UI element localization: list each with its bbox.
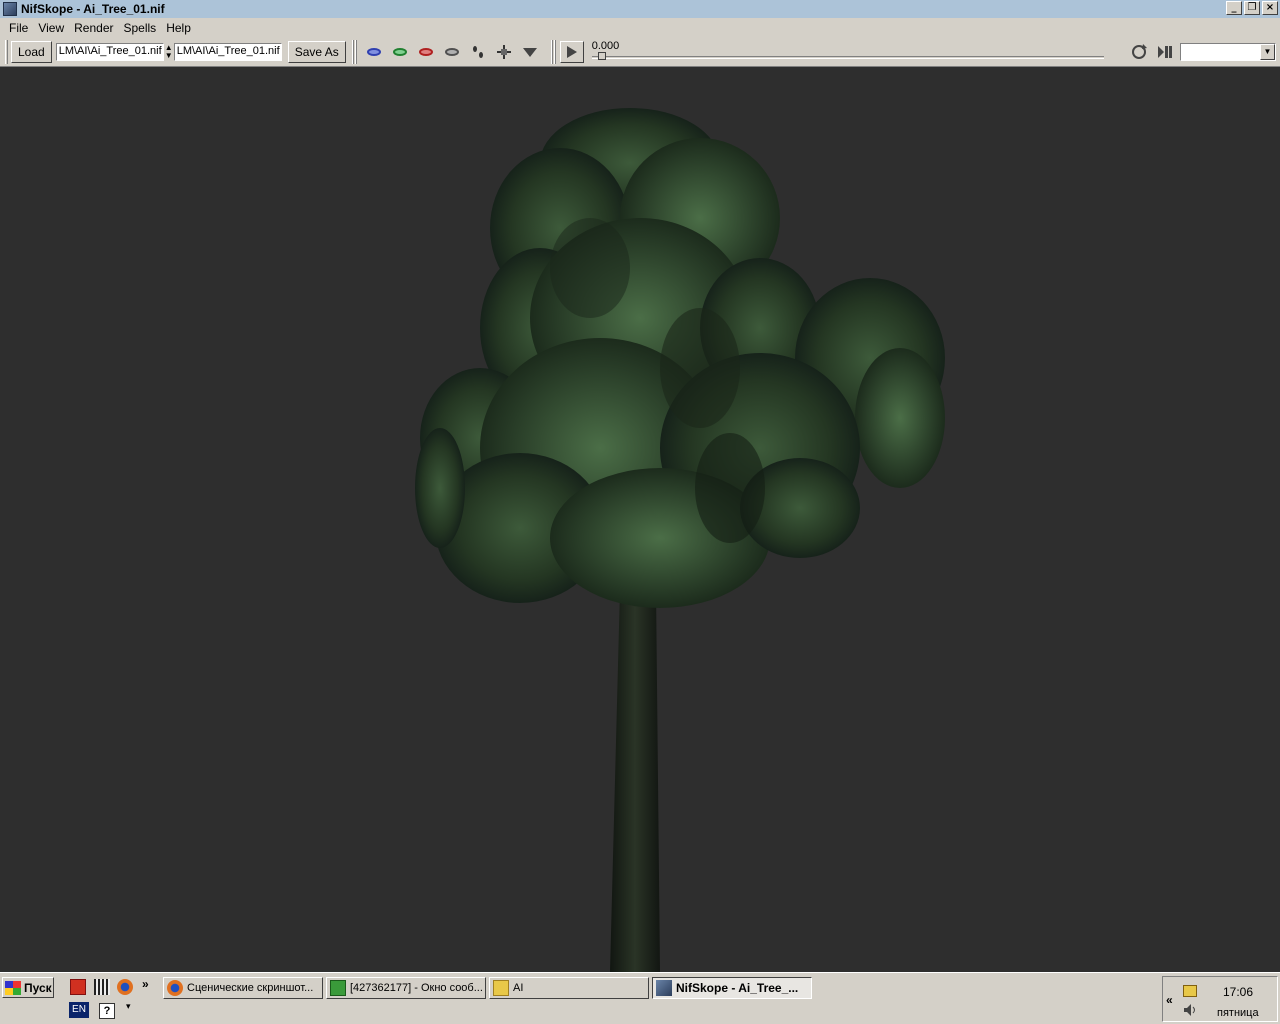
time-slider-track[interactable]	[591, 55, 1104, 59]
firefox-icon	[167, 980, 183, 996]
system-tray: « 17:06 пятница	[1162, 976, 1278, 1022]
clock[interactable]: 17:06	[1223, 985, 1253, 999]
title-bar: NifSkope - Ai_Tree_01.nif _ ❐ ×	[0, 0, 1280, 18]
toolbar-grip[interactable]	[5, 39, 8, 64]
play-button[interactable]	[559, 40, 584, 63]
task-label: AI	[513, 982, 524, 994]
task-label: Сценические скриншот...	[187, 982, 314, 994]
task-button-messenger[interactable]: [427362177] - Окно сооб...	[326, 977, 486, 999]
menu-view[interactable]: View	[33, 21, 69, 35]
menu-help[interactable]: Help	[161, 21, 196, 35]
animation-select[interactable]: ▼	[1180, 42, 1276, 61]
view-green-eye-icon[interactable]	[388, 41, 412, 63]
menu-spells[interactable]: Spells	[119, 21, 162, 35]
quicklaunch-firefox-icon[interactable]	[117, 979, 133, 995]
messenger-icon	[330, 980, 346, 996]
menu-file[interactable]: File	[4, 21, 33, 35]
toolbar-grip[interactable]	[351, 39, 358, 64]
load-button[interactable]: Load	[11, 40, 52, 63]
save-path-input[interactable]: LM\AI\Ai_Tree_01.nif	[173, 42, 282, 61]
help-icon[interactable]: ?	[99, 1003, 115, 1019]
task-label: [427362177] - Окно сооб...	[350, 982, 483, 994]
axes-icon[interactable]	[492, 41, 516, 63]
close-button[interactable]: ×	[1262, 1, 1278, 15]
minimize-button[interactable]: _	[1226, 1, 1242, 15]
menu-bar: File View Render Spells Help	[0, 18, 1280, 37]
load-path-input[interactable]: LM\AI\Ai_Tree_01.nif	[55, 42, 164, 61]
language-indicator[interactable]: EN	[69, 1002, 89, 1018]
tray-keyboard-icon[interactable]	[1183, 985, 1197, 997]
nifskope-icon	[656, 980, 672, 996]
play-icon	[566, 45, 577, 58]
save-as-button[interactable]: Save As	[287, 40, 346, 63]
taskbar: Пуск » Сценические скриншот... [42736217…	[0, 972, 1280, 1024]
walk-mode-icon[interactable]	[466, 41, 490, 63]
toolbar-grip[interactable]	[550, 39, 557, 64]
windows-logo-icon	[5, 980, 21, 995]
tree-trunk	[610, 588, 660, 972]
task-button-firefox[interactable]: Сценические скриншот...	[163, 977, 323, 999]
volume-icon[interactable]	[1183, 1003, 1197, 1017]
task-label: NifSkope - Ai_Tree_...	[676, 981, 799, 995]
day-of-week: пятница	[1217, 1007, 1259, 1019]
language-menu-icon[interactable]: ▾	[126, 1001, 131, 1012]
window-title: NifSkope - Ai_Tree_01.nif	[21, 2, 165, 16]
view-down-icon[interactable]	[518, 41, 542, 63]
nifskope-icon	[3, 2, 17, 16]
time-value: 0.000	[591, 39, 620, 52]
quicklaunch-media-icon[interactable]	[94, 979, 110, 995]
render-viewport[interactable]	[0, 68, 1280, 972]
task-button-folder[interactable]: AI	[489, 977, 649, 999]
quicklaunch-more-icon[interactable]: »	[142, 977, 149, 991]
time-slider-thumb[interactable]	[597, 51, 606, 60]
swap-paths-icon[interactable]: ▲ ▼	[165, 43, 173, 60]
chevron-down-icon[interactable]: ▼	[1260, 43, 1275, 60]
tray-expand-icon[interactable]: «	[1166, 993, 1173, 1007]
view-gray-eye-icon[interactable]	[440, 41, 464, 63]
menu-render[interactable]: Render	[69, 21, 118, 35]
switch-animation-icon[interactable]	[1153, 41, 1177, 63]
toolbar: Load LM\AI\Ai_Tree_01.nif ▲ ▼ LM\AI\Ai_Tr…	[0, 37, 1280, 67]
maximize-button[interactable]: ❐	[1244, 1, 1260, 15]
view-blue-eye-icon[interactable]	[362, 41, 386, 63]
timeline[interactable]: 0.000	[591, 39, 1112, 65]
view-red-eye-icon[interactable]	[414, 41, 438, 63]
tree-model-render	[415, 108, 945, 972]
task-button-nifskope[interactable]: NifSkope - Ai_Tree_...	[652, 977, 812, 999]
quicklaunch-app-icon[interactable]	[70, 979, 86, 995]
loop-icon[interactable]	[1127, 41, 1151, 63]
start-button[interactable]: Пуск	[2, 977, 54, 998]
tree-canopy	[415, 108, 945, 608]
folder-icon	[493, 980, 509, 996]
start-label: Пуск	[24, 980, 52, 995]
